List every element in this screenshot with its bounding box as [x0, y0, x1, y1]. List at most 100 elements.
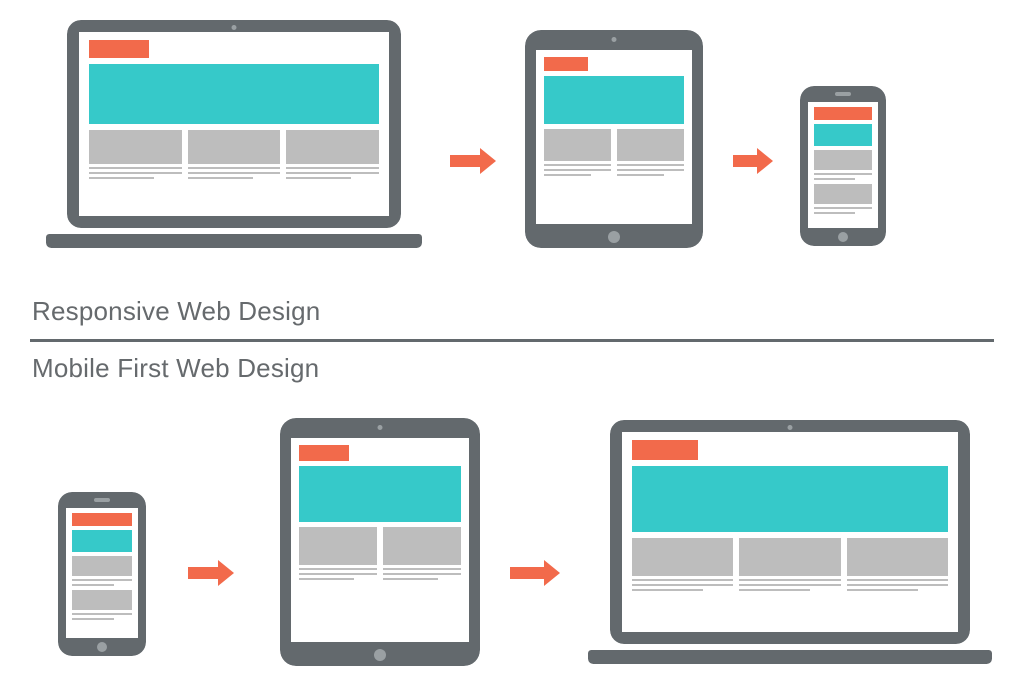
- arrow-right-icon: [510, 560, 560, 586]
- wireframe-card-row: [299, 527, 461, 580]
- wireframe-text-line: [814, 178, 855, 180]
- wireframe-text-line: [89, 177, 154, 179]
- wireframe-thumb: [286, 130, 379, 164]
- wireframe-text-line: [617, 174, 664, 176]
- camera-icon: [378, 425, 383, 430]
- wireframe-logo-block: [89, 40, 149, 58]
- wireframe-thumb: [544, 129, 611, 161]
- phone-screen: [808, 102, 878, 228]
- tablet-device: [525, 30, 703, 248]
- wireframe-text-line: [286, 177, 351, 179]
- wireframe-text-line: [617, 164, 684, 166]
- wireframe-text-line: [739, 589, 810, 591]
- wireframe-card: [72, 556, 132, 586]
- wireframe-text-line: [739, 584, 840, 586]
- wireframe-text-line: [89, 172, 182, 174]
- wireframe-text-line: [814, 207, 872, 209]
- wireframe-card: [632, 538, 733, 591]
- wireframe-card: [188, 130, 281, 179]
- home-button-icon: [374, 649, 386, 661]
- wireframe-card-row: [632, 538, 948, 591]
- wireframe-logo-block: [632, 440, 698, 460]
- wireframe-card: [814, 150, 872, 180]
- wireframe-thumb: [72, 556, 132, 576]
- wireframe-text-line: [72, 613, 132, 615]
- wireframe-text-line: [383, 573, 461, 575]
- wireframe-hero-block: [544, 76, 684, 124]
- wireframe-hero-block: [632, 466, 948, 532]
- diagram-canvas: Responsive Web Design Mobile First Web D…: [0, 0, 1024, 689]
- camera-icon: [612, 37, 617, 42]
- wireframe-thumb: [72, 590, 132, 610]
- laptop-base: [46, 234, 422, 248]
- wireframe-thumb: [814, 184, 872, 204]
- wireframe-text-line: [72, 618, 114, 620]
- wireframe-text-line: [89, 167, 182, 169]
- wireframe-card: [286, 130, 379, 179]
- camera-icon: [788, 425, 793, 430]
- wireframe-card: [299, 527, 377, 580]
- wireframe-thumb: [299, 527, 377, 565]
- arrow-right-icon: [188, 560, 234, 586]
- wireframe-text-line: [632, 579, 733, 581]
- wireframe-thumb: [632, 538, 733, 576]
- wireframe-text-line: [739, 579, 840, 581]
- tablet-screen: [291, 438, 469, 642]
- camera-icon: [232, 25, 237, 30]
- speaker-icon: [835, 92, 851, 96]
- speaker-icon: [94, 498, 110, 502]
- wireframe-thumb: [617, 129, 684, 161]
- wireframe-thumb: [814, 150, 872, 170]
- tablet-screen: [536, 50, 692, 224]
- section-divider: [30, 339, 994, 342]
- wireframe-text-line: [847, 584, 948, 586]
- wireframe-card: [814, 184, 872, 214]
- wireframe-text-line: [299, 578, 354, 580]
- wireframe-text-line: [72, 584, 114, 586]
- wireframe-text-line: [544, 174, 591, 176]
- wireframe-thumb: [89, 130, 182, 164]
- wireframe-text-line: [286, 167, 379, 169]
- wireframe-thumb: [383, 527, 461, 565]
- wireframe-text-line: [632, 589, 703, 591]
- wireframe-card: [617, 129, 684, 176]
- tablet-device: [280, 418, 480, 666]
- wireframe-card: [72, 590, 132, 620]
- phone-device: [58, 492, 146, 656]
- wireframe-text-line: [188, 167, 281, 169]
- wireframe-hero-block: [72, 530, 132, 552]
- wireframe-card: [89, 130, 182, 179]
- wireframe-card: [544, 129, 611, 176]
- wireframe-hero-block: [299, 466, 461, 522]
- phone-device: [800, 86, 886, 246]
- wireframe-text-line: [188, 177, 253, 179]
- wireframe-card: [847, 538, 948, 591]
- wireframe-thumb: [188, 130, 281, 164]
- wireframe-text-line: [188, 172, 281, 174]
- wireframe-card-column: [814, 150, 872, 214]
- phone-screen: [66, 508, 138, 638]
- wireframe-text-line: [286, 172, 379, 174]
- wireframe-card-row: [544, 129, 684, 176]
- arrow-right-icon: [450, 148, 496, 174]
- wireframe-card-column: [72, 556, 132, 620]
- wireframe-text-line: [632, 584, 733, 586]
- wireframe-text-line: [814, 212, 855, 214]
- wireframe-text-line: [847, 579, 948, 581]
- wireframe-text-line: [617, 169, 684, 171]
- wireframe-text-line: [847, 589, 918, 591]
- wireframe-hero-block: [89, 64, 379, 124]
- wireframe-thumb: [847, 538, 948, 576]
- wireframe-logo-block: [299, 445, 349, 461]
- wireframe-text-line: [544, 169, 611, 171]
- wireframe-text-line: [383, 578, 438, 580]
- wireframe-text-line: [544, 164, 611, 166]
- wireframe-text-line: [299, 573, 377, 575]
- wireframe-text-line: [299, 568, 377, 570]
- wireframe-text-line: [72, 579, 132, 581]
- laptop-device: [588, 420, 992, 664]
- responsive-label: Responsive Web Design: [32, 296, 320, 327]
- arrow-right-icon: [733, 148, 773, 174]
- laptop-base: [588, 650, 992, 664]
- wireframe-text-line: [383, 568, 461, 570]
